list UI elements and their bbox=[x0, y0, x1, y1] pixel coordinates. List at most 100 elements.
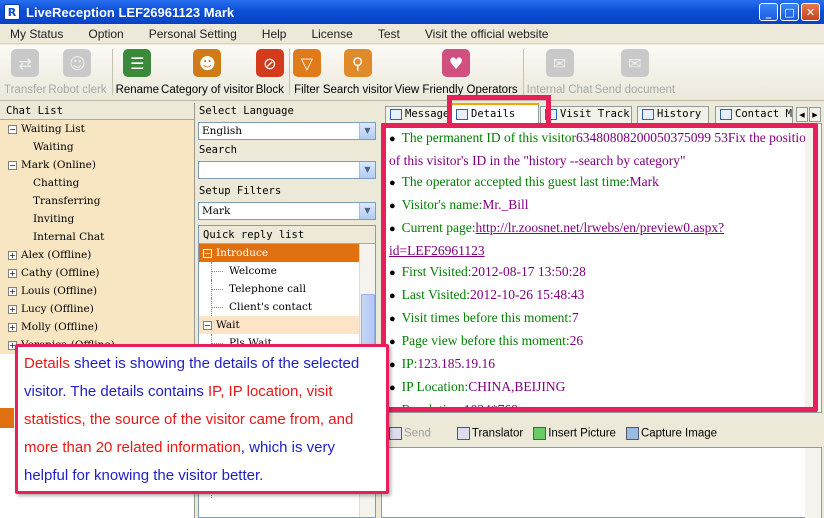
quick-reply-group-wait[interactable]: − Wait bbox=[199, 316, 359, 334]
chat-list-header: Chat List bbox=[0, 103, 194, 120]
toolbar-search-visitor-button[interactable]: ⚲ Search visitor bbox=[323, 45, 393, 99]
translator-button[interactable]: Translator bbox=[456, 426, 524, 440]
quick-reply-item[interactable]: Client's contact bbox=[199, 298, 375, 316]
tab-history[interactable]: History bbox=[637, 106, 709, 123]
chat-input[interactable] bbox=[381, 447, 822, 518]
search-select[interactable]: ▼ bbox=[198, 161, 376, 179]
chat-input-scrollbar[interactable] bbox=[805, 448, 821, 518]
chat-toolbar: Send Translator Insert Picture Capture I… bbox=[381, 421, 822, 445]
collapse-icon[interactable]: − bbox=[8, 124, 17, 134]
app-window: R LiveReception LEF26961123 Mark _ □ ✕ M… bbox=[0, 0, 824, 518]
transfer-icon: ⇄ bbox=[11, 49, 40, 77]
toolbar-internal-chat-button[interactable]: ✉ Internal Chat bbox=[527, 45, 593, 99]
block-icon: ⊘ bbox=[255, 49, 284, 77]
callout-text: Details bbox=[24, 355, 70, 372]
filters-select[interactable]: Mark ▼ bbox=[198, 202, 376, 220]
capture-image-button[interactable]: Capture Image bbox=[625, 426, 717, 440]
toolbar-separator bbox=[111, 49, 113, 95]
chat-list-waiting[interactable]: Waiting bbox=[0, 138, 194, 156]
chevron-down-icon[interactable]: ▼ bbox=[359, 203, 375, 219]
collapse-icon[interactable]: − bbox=[203, 320, 212, 330]
tab-message[interactable]: Message bbox=[385, 106, 449, 123]
toolbar-label: Send document bbox=[594, 84, 676, 96]
send-document-icon: ✉ bbox=[620, 49, 649, 77]
collapse-icon[interactable]: − bbox=[203, 248, 212, 258]
toolbar-filter-button[interactable]: ▽ Filter bbox=[292, 45, 321, 99]
toolbar-block-button[interactable]: ⊘ Block bbox=[256, 45, 284, 99]
collapse-icon[interactable]: − bbox=[8, 160, 17, 170]
chevron-left-icon[interactable]: ◀ bbox=[796, 107, 808, 122]
menu-item-license[interactable]: License bbox=[311, 27, 352, 41]
chat-list-mark-online[interactable]: − Mark (Online) bbox=[0, 156, 194, 174]
chat-list-internal-chat[interactable]: Internal Chat bbox=[0, 228, 194, 246]
search-label: Search bbox=[199, 144, 237, 156]
info-callout: Details sheet is showing the details of … bbox=[15, 344, 389, 494]
insert-picture-label: Insert Picture bbox=[548, 427, 616, 440]
chat-list-lucy-offline[interactable]: + Lucy (Offline) bbox=[0, 300, 194, 318]
menu-item-personal-setting[interactable]: Personal Setting bbox=[149, 27, 237, 41]
toolbar-transfer-button[interactable]: ⇄ Transfer bbox=[4, 45, 46, 99]
menu-item-help[interactable]: Help bbox=[262, 27, 287, 41]
chat-list-label: Louis (Offline) bbox=[21, 285, 98, 297]
chat-list-molly-offline[interactable]: + Molly (Offline) bbox=[0, 318, 194, 336]
quick-reply-group-label: Wait bbox=[216, 319, 240, 331]
toolbar-category-of-visitor-button[interactable]: ☻ Category of visitor bbox=[161, 45, 254, 99]
quick-reply-item[interactable]: Telephone call bbox=[199, 280, 375, 298]
insert-picture-button[interactable]: Insert Picture bbox=[533, 426, 616, 440]
chat-list-waiting-list[interactable]: − Waiting List bbox=[0, 120, 194, 138]
quick-reply-group-introduce[interactable]: − Introduce bbox=[199, 244, 359, 262]
language-value: English bbox=[202, 125, 243, 137]
send-button[interactable]: Send bbox=[389, 426, 431, 440]
toolbar-label: Search visitor bbox=[322, 84, 393, 96]
toolbar-separator bbox=[288, 49, 290, 95]
close-button[interactable]: ✕ bbox=[801, 3, 820, 21]
chat-list-louis-offline[interactable]: + Louis (Offline) bbox=[0, 282, 194, 300]
expand-icon[interactable]: + bbox=[8, 268, 17, 278]
tab-label: Message bbox=[405, 108, 449, 120]
send-label: Send bbox=[404, 427, 431, 440]
tab-label: Visit Track bbox=[560, 108, 630, 120]
toolbar-label: Category of visitor bbox=[161, 84, 254, 96]
menu-item-my-status[interactable]: My Status bbox=[10, 27, 63, 41]
chevron-down-icon[interactable]: ▼ bbox=[359, 162, 375, 178]
translator-icon bbox=[456, 426, 470, 440]
maximize-button[interactable]: □ bbox=[780, 3, 799, 21]
camera-icon bbox=[625, 426, 639, 440]
translator-label: Translator bbox=[471, 427, 524, 440]
chat-list-transferring[interactable]: Transferring bbox=[0, 192, 194, 210]
title-bar[interactable]: R LiveReception LEF26961123 Mark _ □ ✕ bbox=[0, 0, 824, 24]
toolbar-label: Robot clerk bbox=[48, 84, 107, 96]
chevron-down-icon[interactable]: ▼ bbox=[359, 123, 375, 139]
tab-contact-m[interactable]: Contact M bbox=[715, 106, 793, 123]
chevron-right-icon[interactable]: ▶ bbox=[809, 107, 821, 122]
toolbar-view-friendly-operators-button[interactable]: ♥ View Friendly Operators bbox=[395, 45, 518, 99]
tab-visit-track[interactable]: Visit Track bbox=[540, 106, 632, 123]
chat-list-label: Internal Chat bbox=[33, 231, 105, 243]
minimize-button[interactable]: _ bbox=[759, 3, 778, 21]
expand-icon[interactable]: + bbox=[8, 322, 17, 332]
toolbar-robot-clerk-button[interactable]: ☺ Robot clerk bbox=[48, 45, 107, 99]
tab-label: Contact M bbox=[735, 108, 792, 120]
menu-item-visit-the-official-website[interactable]: Visit the official website bbox=[425, 27, 549, 41]
chat-list-alex-offline[interactable]: + Alex (Offline) bbox=[0, 246, 194, 264]
quick-reply-item[interactable]: Welcome bbox=[199, 262, 375, 280]
chat-list-inviting[interactable]: Inviting bbox=[0, 210, 194, 228]
menu-item-option[interactable]: Option bbox=[88, 27, 123, 41]
expand-icon[interactable]: + bbox=[8, 286, 17, 296]
toolbar-send-document-button[interactable]: ✉ Send document bbox=[594, 45, 676, 99]
toolbar-label: Rename bbox=[115, 84, 160, 96]
chat-list-label: Waiting List bbox=[21, 123, 85, 135]
rename-icon: ☰ bbox=[123, 49, 152, 77]
picture-icon bbox=[533, 426, 547, 440]
chat-list-chatting[interactable]: Chatting bbox=[0, 174, 194, 192]
menu-item-test[interactable]: Test bbox=[378, 27, 400, 41]
filters-value: Mark bbox=[202, 205, 231, 217]
expand-icon[interactable]: + bbox=[8, 250, 17, 260]
select-language-label: Select Language bbox=[199, 105, 294, 117]
chat-list-cathy-offline[interactable]: + Cathy (Offline) bbox=[0, 264, 194, 282]
quick-reply-header: Quick reply list bbox=[199, 226, 375, 244]
expand-icon[interactable]: + bbox=[8, 304, 17, 314]
toolbar-rename-button[interactable]: ☰ Rename bbox=[116, 45, 159, 99]
chat-list-label: Lucy (Offline) bbox=[21, 303, 94, 315]
language-select[interactable]: English ▼ bbox=[198, 122, 376, 140]
